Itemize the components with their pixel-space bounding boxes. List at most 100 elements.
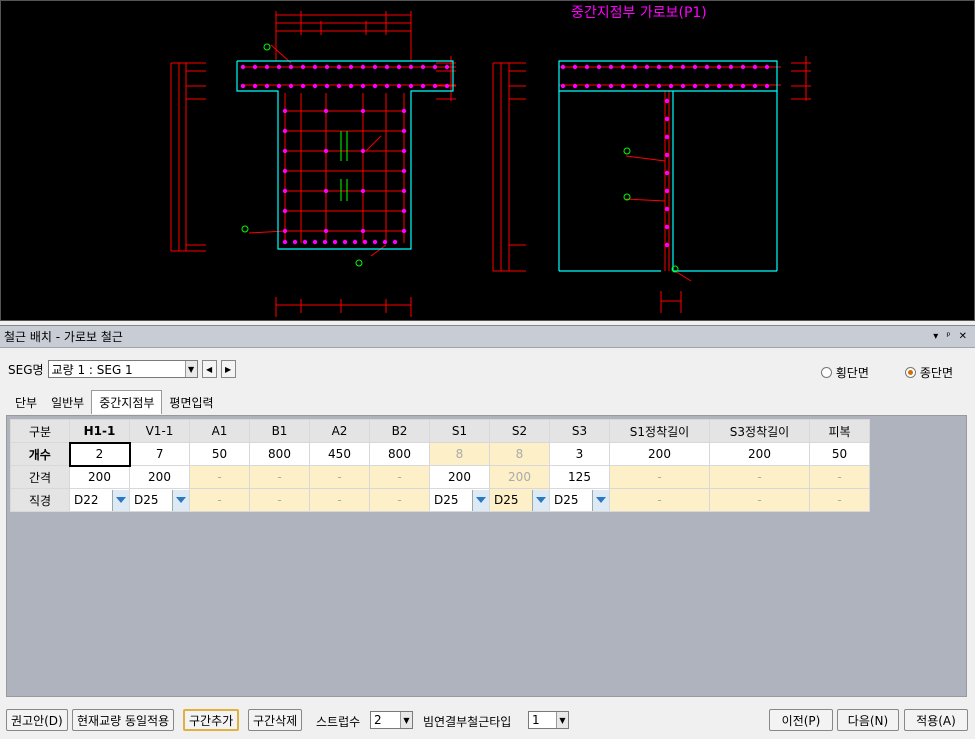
- rebar-dot: [668, 83, 674, 89]
- rebar-dot: [560, 83, 566, 89]
- panel-close-icon[interactable]: ✕: [959, 331, 967, 342]
- rebar-dot: [276, 83, 282, 89]
- col-header[interactable]: A2: [309, 419, 370, 443]
- radio-horizontal[interactable]: 횡단면: [820, 364, 869, 381]
- grid-combo-cell[interactable]: D25: [129, 488, 190, 512]
- col-header[interactable]: S1정착길이: [609, 419, 710, 443]
- dropdown-arrow-icon[interactable]: [472, 489, 489, 511]
- grid-cell[interactable]: 200: [709, 442, 810, 466]
- grid-cell[interactable]: 7: [129, 442, 190, 466]
- grid-cell: -: [369, 465, 430, 489]
- col-header[interactable]: 피복: [809, 419, 870, 443]
- dropdown-arrow-icon[interactable]: [532, 489, 549, 511]
- grid-cell[interactable]: 200: [429, 465, 490, 489]
- apply-same-bridge-button[interactable]: 현재교량 동일적용: [72, 709, 175, 731]
- grid-cell[interactable]: 200: [129, 465, 190, 489]
- grid-cell[interactable]: 800: [249, 442, 310, 466]
- panel-pin-icon[interactable]: ᵖ: [946, 331, 950, 342]
- dropdown-arrow-icon[interactable]: [172, 489, 189, 511]
- dropdown-arrow-icon[interactable]: [112, 489, 129, 511]
- tab-bar: 단부 일반부 중간지점부 평면입력: [8, 390, 221, 414]
- grid-cell: -: [309, 465, 370, 489]
- col-header[interactable]: S1: [429, 419, 490, 443]
- prev-seg-button[interactable]: ◀: [201, 360, 217, 378]
- grid-cell[interactable]: 200: [609, 442, 710, 466]
- rebar-dot: [252, 83, 258, 89]
- row-header: 개수: [10, 442, 70, 466]
- radio-longitudinal[interactable]: 종단면: [904, 364, 953, 381]
- rebar-dot: [372, 83, 378, 89]
- col-header[interactable]: S2: [489, 419, 550, 443]
- rebar-dot: [240, 64, 246, 70]
- rebar-dot: [608, 64, 614, 70]
- grid-cell[interactable]: 3: [549, 442, 610, 466]
- rebar-dot: [360, 83, 366, 89]
- col-header[interactable]: A1: [189, 419, 250, 443]
- col-header[interactable]: S3정착길이: [709, 419, 810, 443]
- grid-combo-cell[interactable]: D25: [429, 488, 490, 512]
- grid-cell[interactable]: 50: [809, 442, 870, 466]
- recommend-button[interactable]: 권고안(D): [6, 709, 68, 731]
- rebar-dot: [292, 239, 298, 245]
- radio-longitudinal-dot[interactable]: [904, 367, 916, 378]
- cad-viewport[interactable]: 중간지점부 가로보(P1): [0, 0, 975, 321]
- tab-end[interactable]: 단부: [8, 390, 44, 414]
- col-header[interactable]: S3: [549, 419, 610, 443]
- delete-section-button[interactable]: 구간삭제: [248, 709, 303, 731]
- tab-intermediate-support[interactable]: 중간지점부: [91, 390, 163, 414]
- grid-cell[interactable]: 2: [68, 441, 131, 467]
- grid-cell[interactable]: 200: [69, 465, 130, 489]
- rebar-dot: [444, 64, 450, 70]
- rebar-dot: [572, 83, 578, 89]
- right-annotations: [623, 147, 679, 273]
- cad-drawing: 중간지점부 가로보(P1): [170, 5, 811, 317]
- prev-button[interactable]: 이전(P): [769, 709, 833, 731]
- rebar-dot: [664, 170, 670, 176]
- grid-cell: -: [309, 488, 370, 512]
- grid-combo-cell[interactable]: D25: [489, 488, 550, 512]
- rebar-dot: [276, 64, 282, 70]
- seg-dropdown[interactable]: 교량 1 : SEG 1 ▼: [47, 360, 198, 378]
- rebar-dot: [360, 228, 366, 234]
- grid-cell: -: [249, 488, 310, 512]
- rebar-dot: [264, 83, 270, 89]
- col-header[interactable]: B2: [369, 419, 430, 443]
- col-header[interactable]: V1-1: [129, 419, 190, 443]
- radio-horizontal-dot[interactable]: [820, 367, 832, 378]
- apply-button[interactable]: 적용(A): [904, 709, 968, 731]
- combo-value: D25: [494, 493, 519, 507]
- grid-cell: -: [249, 465, 310, 489]
- grid-combo-cell[interactable]: D25: [549, 488, 610, 512]
- col-header[interactable]: B1: [249, 419, 310, 443]
- grid-cell[interactable]: 125: [549, 465, 610, 489]
- dropdown-arrow-icon[interactable]: [592, 489, 609, 511]
- radio-longitudinal-label: 종단면: [919, 366, 953, 380]
- grid-cell[interactable]: 800: [369, 442, 430, 466]
- chevron-down-icon[interactable]: ▼: [556, 712, 568, 728]
- rebar-dot: [664, 188, 670, 194]
- panel-menu-icon[interactable]: ▾: [933, 331, 938, 342]
- grid-cell[interactable]: 50: [189, 442, 250, 466]
- combo-value: D22: [74, 493, 99, 507]
- bar-type-dropdown[interactable]: 1 ▼: [528, 711, 569, 729]
- grid-cell[interactable]: 450: [309, 442, 370, 466]
- rebar-dot: [401, 168, 407, 174]
- rebar-dot: [680, 83, 686, 89]
- rebar-dot: [432, 83, 438, 89]
- left-concrete-outline: [236, 60, 454, 250]
- stirrup-count-dropdown[interactable]: 2 ▼: [370, 711, 413, 729]
- rebar-dot: [282, 228, 288, 234]
- chevron-down-icon[interactable]: ▼: [400, 712, 412, 728]
- col-header[interactable]: H1-1: [69, 419, 130, 443]
- rebar-dot: [372, 64, 378, 70]
- rebar-dot: [596, 64, 602, 70]
- tab-general[interactable]: 일반부: [44, 390, 91, 414]
- rebar-dot: [360, 148, 366, 154]
- tab-plan-input[interactable]: 평면입력: [162, 390, 220, 414]
- next-button[interactable]: 다음(N): [837, 709, 899, 731]
- chevron-down-icon[interactable]: ▼: [184, 361, 197, 377]
- add-section-button[interactable]: 구간추가: [183, 709, 240, 731]
- grid-combo-cell[interactable]: D22: [69, 488, 130, 512]
- rebar-dot: [332, 239, 338, 245]
- next-seg-button[interactable]: ▶: [220, 360, 236, 378]
